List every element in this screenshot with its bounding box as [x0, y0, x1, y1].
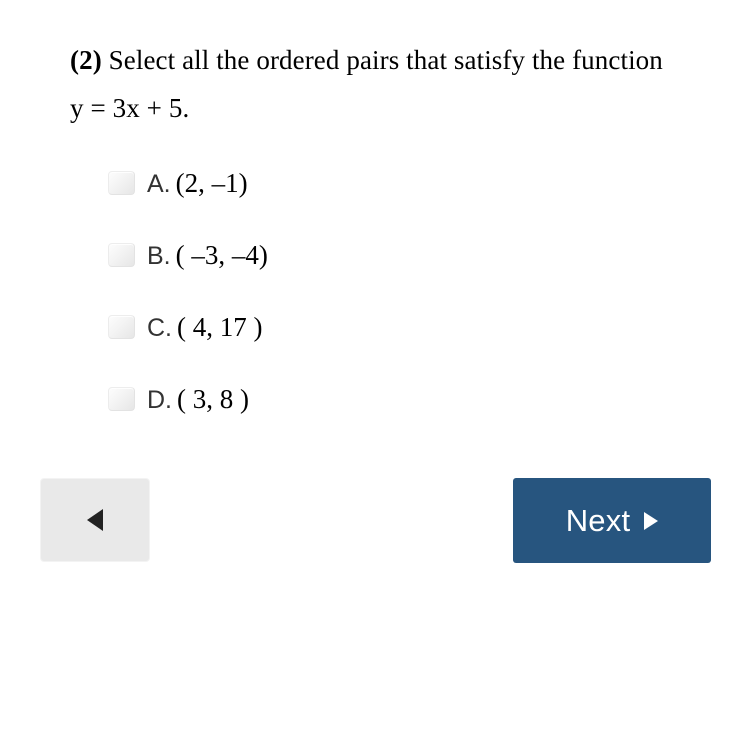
next-button-label: Next — [565, 503, 631, 538]
quiz-page: (2) Select all the ordered pairs that sa… — [0, 0, 733, 734]
question-prompt: (2) Select all the ordered pairs that sa… — [70, 36, 670, 132]
option-row-d[interactable]: D.( 3, 8 ) — [108, 384, 628, 456]
option-value-a: (2, –1) — [175, 168, 248, 198]
triangle-left-icon — [87, 509, 103, 531]
triangle-right-icon — [644, 511, 659, 530]
question-number: (2) — [70, 45, 102, 75]
option-label-c: C.( 4, 17 ) — [147, 312, 262, 343]
option-checkbox-a[interactable] — [108, 171, 135, 195]
previous-button[interactable] — [40, 478, 150, 562]
option-checkbox-c[interactable] — [108, 315, 135, 339]
option-letter-d: D. — [147, 386, 172, 414]
option-row-b[interactable]: B.( –3, –4) — [108, 240, 628, 312]
option-checkbox-b[interactable] — [108, 243, 135, 267]
option-value-b: ( –3, –4) — [175, 240, 268, 270]
option-letter-b: B. — [147, 242, 171, 270]
next-button[interactable]: Next — [513, 478, 711, 563]
answer-options-list: A. (2, –1) B.( –3, –4) C.( 4, 17 ) D.( 3,… — [108, 168, 628, 456]
option-row-a[interactable]: A. (2, –1) — [108, 168, 628, 240]
question-text: Select all the ordered pairs that satisf… — [70, 45, 663, 123]
option-value-d: ( 3, 8 ) — [177, 384, 249, 414]
option-value-c: ( 4, 17 ) — [177, 312, 263, 342]
option-label-a: A. (2, –1) — [147, 168, 248, 199]
option-row-c[interactable]: C.( 4, 17 ) — [108, 312, 628, 384]
option-label-b: B.( –3, –4) — [147, 240, 268, 271]
option-checkbox-d[interactable] — [108, 387, 135, 411]
option-letter-a: A. — [147, 170, 171, 198]
option-label-d: D.( 3, 8 ) — [147, 384, 249, 415]
option-letter-c: C. — [147, 314, 172, 342]
